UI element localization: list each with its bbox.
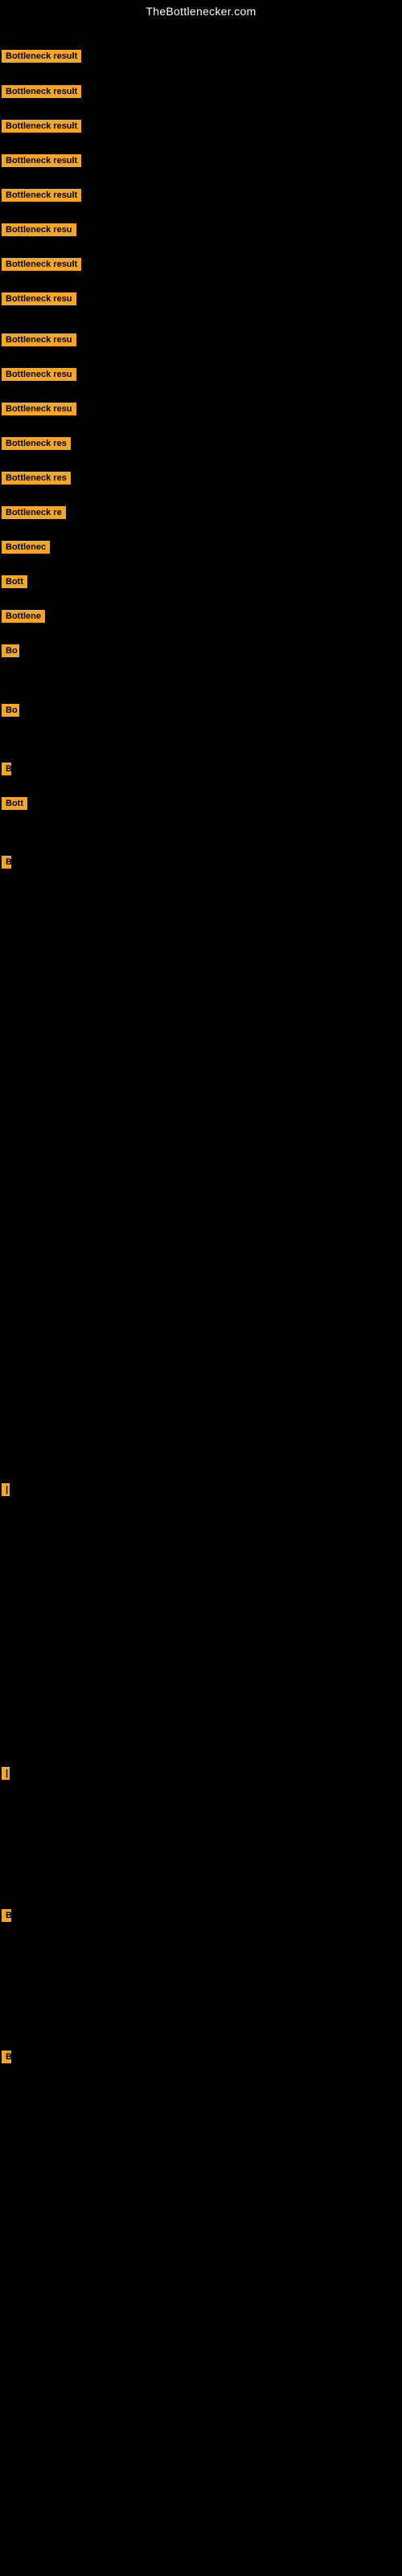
bottleneck-result-label: Bo [2,644,19,657]
bottleneck-result-label: B [2,2051,11,2063]
bottleneck-result-label: Bottleneck resu [2,368,76,381]
bottleneck-result-label: Bottleneck result [2,189,81,202]
bottleneck-result-label: | [2,1767,10,1780]
bottleneck-result-label: Bottleneck res [2,437,71,450]
bottleneck-result-label: Bottleneck re [2,506,66,519]
bottleneck-result-label: Bott [2,575,27,588]
bottleneck-result-label: B [2,856,11,869]
bottleneck-result-label: Bottlene [2,610,45,623]
bottleneck-result-label: Bottleneck result [2,120,81,133]
bottleneck-result-label: Bottleneck resu [2,333,76,346]
bottleneck-result-label: B [2,763,11,775]
bottleneck-result-label: Bottleneck result [2,85,81,98]
bottleneck-result-label: Bo [2,704,19,717]
bottleneck-result-label: Bottleneck result [2,258,81,271]
bottleneck-result-label: Bottleneck resu [2,223,76,236]
site-title: TheBottlenecker.com [0,0,402,21]
bottleneck-result-label: Bott [2,797,27,810]
bottleneck-result-label: Bottleneck resu [2,292,76,305]
bottleneck-result-label: Bottleneck result [2,154,81,167]
bottleneck-result-label: B [2,1909,11,1922]
bottleneck-result-label: Bottleneck res [2,472,71,485]
bottleneck-result-label: Bottleneck resu [2,403,76,415]
bottleneck-result-label: Bottleneck result [2,50,81,63]
bottleneck-result-label: Bottlenec [2,541,50,554]
bottleneck-result-label: | [2,1483,10,1496]
